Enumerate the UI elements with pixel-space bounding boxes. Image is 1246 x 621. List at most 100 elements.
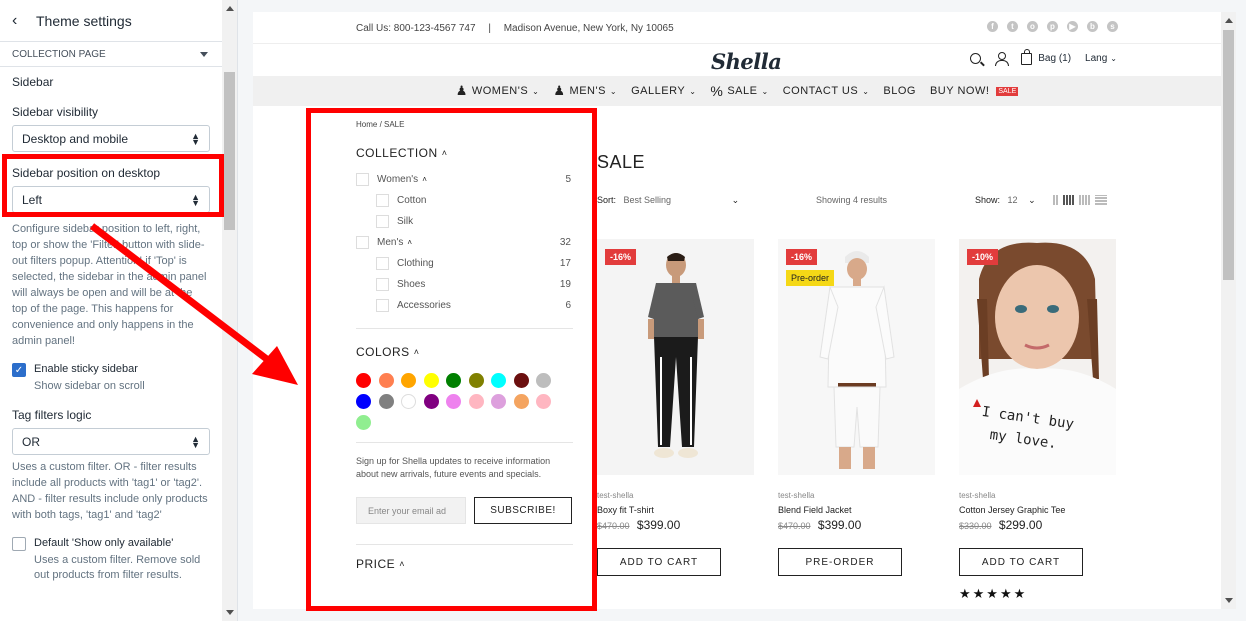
preview-scroll-thumb[interactable] — [1223, 30, 1234, 280]
discount-badge: -16% — [786, 249, 818, 265]
bag-link[interactable]: Bag (1) — [1021, 48, 1072, 65]
instagram-icon[interactable]: o — [1027, 21, 1038, 32]
main-navigation: ♟ WOMEN'S ⌄ ♟ MEN'S ⌄ GALLERY ⌄ % SALE ⌄… — [253, 76, 1221, 106]
sticky-sidebar-checkbox[interactable]: ✓ — [12, 363, 26, 377]
show-only-available-checkbox[interactable] — [12, 537, 26, 551]
current-price: $299.00 — [998, 518, 1043, 532]
nav-buy-now[interactable]: BUY NOW! SALE — [930, 85, 1019, 97]
product-image[interactable]: I can't buy my love. -10% — [959, 239, 1116, 475]
product-prices: $330.00 $299.00 — [959, 518, 1116, 532]
product-card[interactable]: I can't buy my love. -10% test-shella Co… — [959, 239, 1116, 602]
product-image[interactable]: -16% — [597, 239, 754, 475]
section-header-collection-page[interactable]: COLLECTION PAGE — [0, 43, 222, 67]
per-page-select[interactable]: Show: 12 ⌄ — [975, 195, 1036, 206]
nav-mens[interactable]: ♟ MEN'S ⌄ — [553, 83, 617, 99]
grid-4-icon[interactable] — [1079, 195, 1091, 205]
behance-icon[interactable]: b — [1087, 21, 1098, 32]
collection-title: SALE — [597, 152, 646, 172]
scroll-down-arrow-icon[interactable] — [1225, 598, 1233, 603]
preview-scrollbar[interactable] — [1221, 12, 1236, 609]
chevron-down-icon: ⌄ — [862, 86, 870, 96]
percent-icon: % — [710, 83, 724, 99]
search-icon[interactable] — [970, 53, 982, 64]
pre-order-button[interactable]: PRE-ORDER — [778, 548, 902, 576]
sidebar-visibility-select[interactable]: Desktop and mobile ▲ ▼ — [12, 125, 210, 152]
facebook-icon[interactable]: f — [987, 21, 998, 32]
grid-3-icon[interactable] — [1063, 195, 1075, 205]
product-card[interactable]: -16% Pre-order test-shella Blend Field J… — [778, 239, 935, 576]
contact-phone: Call Us: 800-123-4567 747 — [356, 23, 476, 34]
section-title: COLLECTION PAGE — [12, 49, 106, 60]
product-image[interactable]: -16% Pre-order — [778, 239, 935, 475]
nav-sale[interactable]: % SALE ⌄ — [710, 83, 768, 99]
scroll-up-arrow-icon[interactable] — [1225, 18, 1233, 23]
grid-2-icon[interactable] — [1053, 195, 1059, 205]
add-to-cart-button[interactable]: ADD TO CART — [597, 548, 721, 576]
sticky-sidebar-checkbox-row[interactable]: ✓ Enable sticky sidebar — [12, 363, 210, 377]
chevron-down-icon: ⌄ — [1110, 54, 1117, 63]
model-figure — [647, 253, 704, 458]
show-value: 12 — [1007, 195, 1018, 205]
store-logo[interactable]: Shella — [711, 49, 782, 74]
social-links: f t o p ▶ b s — [987, 21, 1118, 32]
chevron-down-icon: ⌄ — [761, 86, 769, 96]
sort-select[interactable]: Sort: Best Selling ⌄ — [597, 195, 739, 206]
sort-label: Sort: — [597, 195, 617, 205]
contact-address: Madison Avenue, New York, Ny 10065 — [503, 23, 674, 34]
panel-title: Theme settings — [36, 12, 132, 29]
rating-stars: ★★★★★ — [959, 586, 1028, 601]
contact-info: Call Us: 800-123-4567 747 | Madison Aven… — [356, 23, 674, 34]
language-selector[interactable]: Lang ⌄ — [1085, 53, 1117, 64]
chevron-down-icon: ⌄ — [1028, 195, 1036, 205]
preorder-badge: Pre-order — [786, 270, 835, 286]
add-to-cart-button[interactable]: ADD TO CART — [959, 548, 1083, 576]
nav-label: BLOG — [883, 85, 916, 97]
nav-label: WOMEN'S — [471, 85, 529, 97]
back-arrow-icon[interactable]: ‹ — [12, 12, 36, 30]
results-count: Showing 4 results — [816, 195, 888, 205]
youtube-icon[interactable]: ▶ — [1067, 21, 1078, 32]
product-card[interactable]: -16% test-shella Boxy fit T-shirt $470.0… — [597, 239, 754, 576]
scroll-up-arrow-icon[interactable] — [226, 6, 234, 11]
show-only-available-label: Default 'Show only available' — [34, 537, 174, 549]
nav-contact-us[interactable]: CONTACT US ⌄ — [783, 85, 870, 97]
model-figure: I can't buy my love. — [959, 242, 1116, 475]
men-icon: ♟ — [553, 83, 566, 98]
panel-scroll-thumb[interactable] — [224, 72, 235, 230]
language-label: Lang — [1085, 53, 1108, 64]
nav-womens[interactable]: ♟ WOMEN'S ⌄ — [456, 83, 540, 99]
account-icon[interactable] — [995, 52, 1010, 66]
nav-gallery[interactable]: GALLERY ⌄ — [631, 85, 696, 97]
product-vendor: test-shella — [959, 491, 996, 500]
chevron-down-icon: ⌄ — [689, 86, 697, 96]
header-icons: Bag (1) Lang ⌄ — [970, 48, 1117, 66]
list-view-icon[interactable] — [1095, 195, 1107, 205]
skype-icon[interactable]: s — [1107, 21, 1118, 32]
highlight-box-sidebar — [306, 108, 597, 611]
select-value: Desktop and mobile — [22, 131, 129, 146]
grid-view-switcher — [1053, 195, 1107, 205]
sidebar-position-help: Configure sidebar position to left, righ… — [12, 223, 207, 347]
show-only-available-row[interactable]: Default 'Show only available' — [12, 537, 210, 551]
product-name[interactable]: Blend Field Jacket — [778, 505, 935, 515]
sidebar-heading: Sidebar — [12, 75, 54, 89]
catalog-toolbar: Sort: Best Selling ⌄ Showing 4 results S… — [597, 195, 1117, 209]
tag-filters-logic-select[interactable]: OR ▲ ▼ — [12, 428, 210, 455]
select-updown-icon: ▲ ▼ — [191, 433, 200, 450]
tag-filters-logic-help: Uses a custom filter. OR - filter result… — [12, 461, 208, 521]
pinterest-icon[interactable]: p — [1047, 21, 1058, 32]
caret-down-icon — [200, 52, 208, 57]
nav-blog[interactable]: BLOG — [883, 85, 916, 97]
product-prices: $470.00 $399.00 — [778, 518, 935, 532]
sticky-sidebar-help: Show sidebar on scroll — [34, 380, 145, 392]
bag-label: Bag (1) — [1038, 53, 1072, 64]
scroll-down-arrow-icon[interactable] — [226, 610, 234, 615]
sticky-sidebar-label: Enable sticky sidebar — [34, 363, 138, 375]
product-name[interactable]: Cotton Jersey Graphic Tee — [959, 505, 1116, 515]
twitter-icon[interactable]: t — [1007, 21, 1018, 32]
chevron-down-icon: ⌄ — [609, 86, 618, 96]
product-name[interactable]: Boxy fit T-shirt — [597, 505, 754, 515]
panel-scrollbar[interactable] — [222, 0, 237, 621]
bag-icon — [1021, 48, 1033, 65]
discount-badge: -10% — [967, 249, 999, 265]
